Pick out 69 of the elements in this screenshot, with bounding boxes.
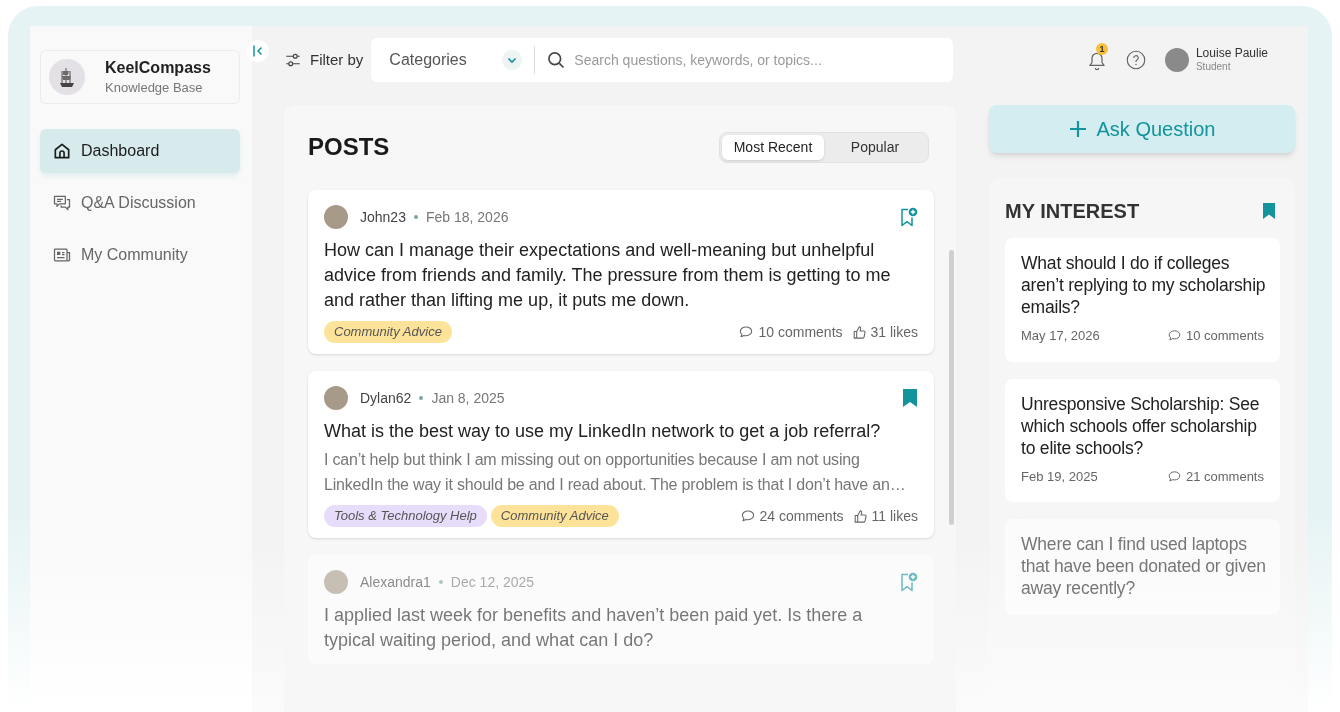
- notification-badge: 1: [1095, 43, 1108, 55]
- search-icon: [546, 50, 567, 70]
- post-date: Jan 8, 2025: [431, 388, 505, 408]
- sidebar-item[interactable]: Q&A Discussion: [40, 181, 240, 225]
- avatar-placeholder: [324, 386, 348, 410]
- filter-label: Filter by: [310, 49, 364, 70]
- post-author: Alexandra1: [360, 572, 431, 592]
- filter-icon: [284, 51, 302, 69]
- bookmark-plus-icon[interactable]: [898, 207, 918, 227]
- post-excerpt: I can’t help but think I am missing out on opportunities because I am not using LinkedIn the way it should be and I read about. The problem is that I don’t have an…: [324, 450, 907, 495]
- comment-icon: [1166, 468, 1182, 484]
- interest-title[interactable]: What should I do if colleges aren’t replying to my scholarship emails?: [1021, 252, 1272, 318]
- search-field[interactable]: Search questions, keywords, or topics...: [534, 38, 954, 82]
- brand-name: KeelCompass: [105, 57, 211, 78]
- like-count: 31 likes: [870, 322, 918, 342]
- comment-icon: [739, 508, 756, 524]
- bookmark-icon: [1262, 202, 1276, 220]
- collapse-button[interactable]: [247, 40, 269, 62]
- like-count: 11 likes: [871, 506, 918, 526]
- comment-count: 24 comments: [759, 506, 844, 526]
- search-input[interactable]: Search questions, keywords, or topics...: [574, 40, 946, 80]
- avatar-placeholder: [324, 570, 348, 594]
- interest-card[interactable]: Where can I find used laptops that have been donated or given away recently?: [1005, 519, 1280, 615]
- posts-heading: POSTS: [308, 132, 390, 162]
- post-author: John23: [360, 207, 406, 227]
- comment-count: 10 comments: [758, 322, 843, 342]
- thumbs-up-icon: [852, 508, 868, 524]
- avatar-placeholder: [324, 205, 348, 229]
- comment-icon: [738, 324, 755, 340]
- bookmark-plus-icon[interactable]: [898, 572, 918, 592]
- thumbs-up-icon: [851, 324, 867, 340]
- plus-icon: [1068, 120, 1087, 138]
- user-name: Louise Paulie: [1195, 46, 1268, 62]
- post-title[interactable]: I applied last week for benefits and haven’t been paid yet. Is there a typical waiting period, and what can I do?: [324, 603, 918, 653]
- scrollbar[interactable]: [949, 250, 954, 525]
- comment-count: 10 comments: [1185, 327, 1264, 345]
- post-author: Dylan62: [360, 388, 412, 408]
- post-title[interactable]: How can I manage their expectations and well-meaning but unhelpful advice from friends and family. The pressure from them is getting to me and rather than lifting me up, it puts me down.: [324, 238, 918, 313]
- interest-date: Feb 19, 2025: [1021, 467, 1098, 486]
- bookmark-icon[interactable]: [902, 388, 918, 408]
- collapse-icon: [251, 44, 265, 58]
- category-tag[interactable]: Tools & Technology Help: [324, 505, 487, 527]
- interest-card[interactable]: Unresponsive Scholarship: See which schools offer scholarship to elite schools? Feb 19, 2025 21 comments: [1005, 378, 1280, 502]
- post-title[interactable]: What is the best way to use my LinkedIn network to get a job referral?: [324, 419, 918, 444]
- help-icon[interactable]: [1125, 50, 1146, 70]
- sidebar-item[interactable]: My Community: [40, 233, 240, 277]
- post-card[interactable]: Alexandra1 Dec 12, 2025 I applied last week for benefits and haven’t been paid yet. Is there a typical waiting period, and what can I do?: [308, 555, 934, 664]
- comment-count: 21 comments: [1185, 467, 1264, 486]
- home-icon: [52, 141, 72, 161]
- chevron-down-icon: [502, 50, 523, 70]
- post-date: Feb 18, 2026: [425, 207, 509, 227]
- chat-bubbles-icon: [52, 193, 72, 213]
- sort-tab[interactable]: Popular: [824, 134, 926, 160]
- category-tag[interactable]: Community Advice: [490, 505, 619, 527]
- post-date: Dec 12, 2025: [450, 572, 535, 592]
- category-select[interactable]: Categories: [371, 38, 535, 82]
- user-role: Student: [1195, 61, 1232, 74]
- post-card[interactable]: [308, 190, 934, 354]
- interest-title[interactable]: Unresponsive Scholarship: See which schools offer scholarship to elite schools?: [1021, 392, 1272, 459]
- interest-card[interactable]: What should I do if colleges aren’t replying to my scholarship emails? May 17, 2026 10 comments: [1005, 238, 1280, 362]
- sort-tab[interactable]: Most Recent: [722, 134, 824, 160]
- category-tag[interactable]: Community Advice: [324, 321, 452, 343]
- avatar-placeholder: [1164, 48, 1189, 72]
- sidebar-item[interactable]: Dashboard: [40, 129, 240, 173]
- interest-date: May 17, 2026: [1021, 327, 1100, 345]
- ship-logo-icon: [49, 59, 85, 95]
- interest-heading: MY INTEREST: [1005, 199, 1140, 224]
- interest-title[interactable]: Where can I find used laptops that have been donated or given away recently?: [1021, 533, 1272, 599]
- brand-subtitle: Knowledge Base: [105, 79, 204, 97]
